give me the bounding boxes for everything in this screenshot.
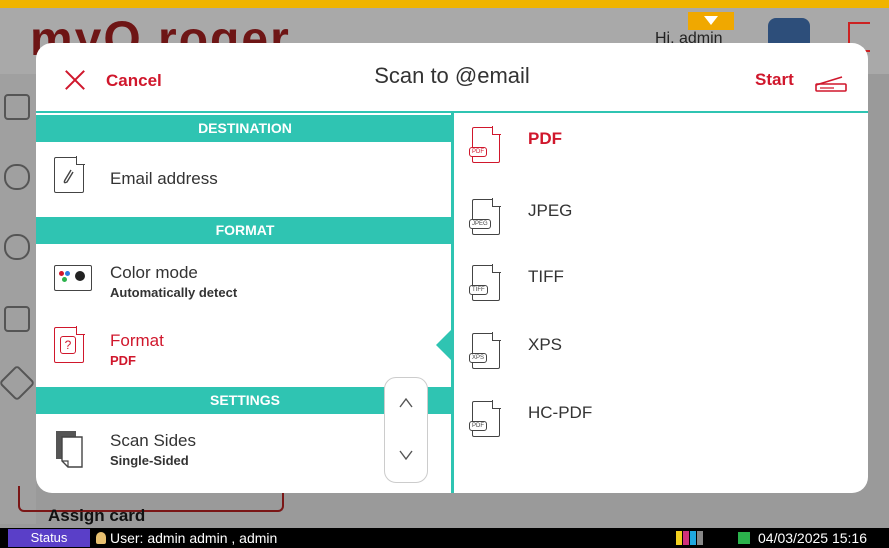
- format-value: PDF: [110, 353, 136, 368]
- cloud-icon[interactable]: [4, 234, 30, 260]
- format-option-pdf[interactable]: PDF PDF: [454, 119, 868, 175]
- format-option-label: JPEG: [528, 201, 573, 220]
- scan-sides-label: Scan Sides: [110, 431, 196, 450]
- user-icon: [96, 532, 106, 544]
- email-doc-icon: [54, 156, 86, 195]
- top-accent-bar: [0, 0, 889, 8]
- email-address-item[interactable]: Email address: [36, 143, 454, 209]
- section-format: FORMAT: [36, 217, 454, 244]
- format-option-hc-pdf[interactable]: PDF HC-PDF: [454, 393, 868, 449]
- scroll-control: [384, 377, 428, 483]
- expand-tab[interactable]: [688, 12, 734, 30]
- home-icon[interactable]: [4, 94, 30, 120]
- format-option-label: PDF: [528, 129, 562, 148]
- side-nav: [0, 74, 36, 524]
- assign-card-label: Assign card: [48, 506, 146, 525]
- format-option-label: HC-PDF: [528, 403, 593, 422]
- scanner-icon[interactable]: [814, 71, 848, 93]
- color-mode-value: Automatically detect: [110, 285, 238, 300]
- status-datetime: 04/03/2025 15:16: [738, 530, 867, 546]
- selection-pointer: [436, 329, 452, 361]
- scan-dialog: Cancel Scan to @email Start DESTINATION …: [36, 43, 868, 493]
- scan-sides-icon: [54, 429, 86, 468]
- section-destination: DESTINATION: [36, 115, 454, 142]
- pdf-file-icon: PDF: [469, 126, 501, 163]
- toner-levels-icon: [676, 531, 710, 545]
- scroll-up-button[interactable]: [385, 392, 427, 413]
- scroll-down-button[interactable]: [385, 444, 427, 465]
- email-address-label: Email address: [110, 169, 218, 188]
- color-mode-item[interactable]: Color mode Automatically detect: [36, 245, 454, 311]
- hc-pdf-file-icon: PDF: [469, 400, 501, 437]
- color-mode-label: Color mode: [110, 263, 198, 282]
- datetime-text: 04/03/2025 15:16: [758, 530, 867, 546]
- format-option-label: TIFF: [528, 267, 564, 286]
- format-option-jpeg[interactable]: JPEG JPEG: [454, 191, 868, 247]
- format-option-tiff[interactable]: TIFF TIFF: [454, 257, 868, 313]
- tag-icon[interactable]: [0, 364, 36, 402]
- format-option-xps[interactable]: XPS XPS: [454, 325, 868, 381]
- format-question-icon: ?: [54, 326, 86, 365]
- status-button[interactable]: Status: [8, 529, 90, 547]
- start-button[interactable]: Start: [755, 70, 794, 90]
- jpeg-file-icon: JPEG: [469, 198, 501, 235]
- cloud-icon[interactable]: [4, 164, 30, 190]
- tiff-file-icon: TIFF: [469, 264, 501, 301]
- scan-sides-value: Single-Sided: [110, 453, 189, 468]
- status-bar: Status User: admin admin , admin 04/03/2…: [0, 528, 889, 548]
- status-user: User: admin admin , admin: [96, 530, 277, 546]
- text-icon[interactable]: [4, 306, 30, 332]
- dialog-header: Cancel Scan to @email Start: [36, 43, 868, 111]
- format-label: Format: [110, 331, 164, 350]
- network-icon: [738, 532, 750, 544]
- format-options: PDF PDF JPEG JPEG TIFF TIFF XPS XPS PDF …: [454, 113, 868, 493]
- color-mode-icon: [54, 265, 92, 293]
- xps-file-icon: XPS: [469, 332, 501, 369]
- format-option-label: XPS: [528, 335, 563, 354]
- dialog-title: Scan to @email: [374, 63, 530, 88]
- status-user-text: User: admin admin , admin: [110, 530, 278, 546]
- format-item[interactable]: ? Format PDF: [36, 313, 454, 379]
